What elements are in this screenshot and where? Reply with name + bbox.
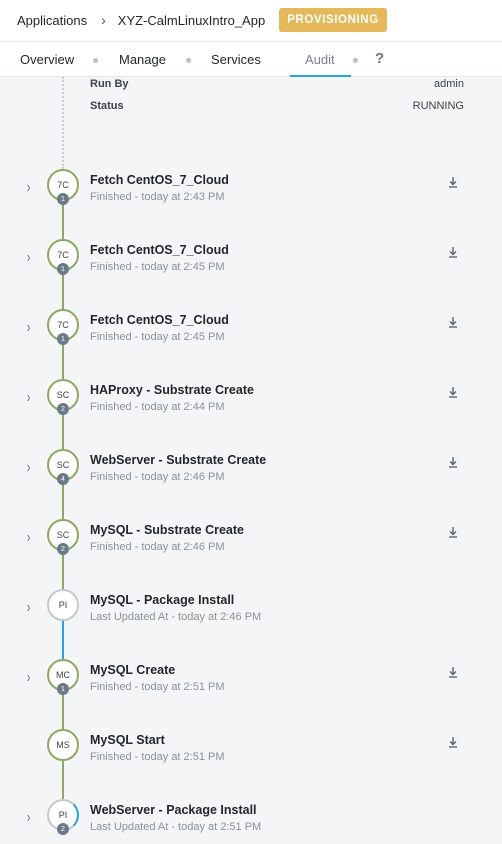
task-row[interactable]: › 7C 1 Fetch CentOS_7_Cloud Finished - today… [0, 239, 502, 313]
task-title: MySQL - Substrate Create [90, 523, 244, 537]
chevron-right-icon[interactable]: › [27, 459, 31, 477]
tab-overview[interactable]: Overview [20, 52, 74, 67]
task-title: HAProxy - Substrate Create [90, 383, 254, 397]
task-abbr: SC [56, 530, 70, 540]
task-row[interactable]: › PI 2 WebServer - Package Install Last Upda… [0, 799, 502, 844]
task-abbr: MC [56, 670, 70, 680]
download-icon[interactable] [446, 665, 460, 679]
status-value: RUNNING [412, 100, 464, 112]
task-abbr: 7C [57, 320, 69, 330]
task-subtitle: Finished - today at 2:43 PM [90, 191, 225, 203]
chevron-right-icon: › [101, 12, 106, 28]
audit-panel: Run By admin Status RUNNING › 7C 1 Fetch Ce… [0, 77, 502, 844]
task-count-badge: 2 [57, 823, 69, 835]
task-node: MS [47, 729, 79, 761]
status-badge: PROVISIONING [279, 8, 387, 32]
run-by-value: admin [434, 78, 464, 90]
task-count-badge: 1 [57, 193, 69, 205]
chevron-right-icon[interactable]: › [27, 179, 31, 197]
task-abbr: 7C [57, 180, 69, 190]
tab-separator-dot [93, 58, 98, 63]
task-row[interactable]: › MC 1 MySQL Create Finished - today at 2:51… [0, 659, 502, 733]
task-row[interactable]: MS MySQL Start Finished - today at 2:51 PM [0, 729, 502, 803]
breadcrumb-applications-link[interactable]: Applications [17, 13, 87, 28]
run-by-label: Run By [90, 78, 129, 90]
timeline-dotted-connector [62, 77, 64, 169]
status-label: Status [90, 100, 124, 112]
tab-manage[interactable]: Manage [119, 52, 166, 67]
task-title: MySQL Create [90, 663, 176, 677]
task-subtitle: Finished - today at 2:51 PM [90, 751, 225, 763]
task-row[interactable]: › 7C 1 Fetch CentOS_7_Cloud Finished - today… [0, 309, 502, 383]
download-icon[interactable] [446, 735, 460, 749]
task-title: MySQL Start [90, 733, 165, 747]
download-icon[interactable] [446, 175, 460, 189]
task-row[interactable]: › SC 4 WebServer - Substrate Create Finished… [0, 449, 502, 523]
task-row[interactable]: › 7C 1 Fetch CentOS_7_Cloud Finished - today… [0, 169, 502, 243]
task-title: Fetch CentOS_7_Cloud [90, 173, 229, 187]
task-title: WebServer - Substrate Create [90, 453, 267, 467]
tab-separator-dot [353, 58, 358, 63]
task-abbr: PI [58, 810, 68, 820]
task-abbr: SC [56, 390, 70, 400]
download-icon[interactable] [446, 315, 460, 329]
task-row[interactable]: › SC 2 MySQL - Substrate Create Finished - t… [0, 519, 502, 593]
tab-bar: Overview Manage Services Audit ? [0, 41, 502, 77]
chevron-right-icon[interactable]: › [27, 389, 31, 407]
task-subtitle: Finished - today at 2:45 PM [90, 261, 225, 273]
chevron-right-icon[interactable]: › [27, 599, 31, 617]
download-icon[interactable] [446, 525, 460, 539]
chevron-right-icon[interactable]: › [27, 809, 31, 827]
tab-audit[interactable]: Audit [305, 52, 335, 67]
task-abbr: MS [56, 740, 70, 750]
task-title: Fetch CentOS_7_Cloud [90, 313, 229, 327]
task-count-badge: 1 [57, 333, 69, 345]
task-subtitle: Last Updated At - today at 2:46 PM [90, 611, 262, 623]
task-count-badge: 1 [57, 683, 69, 695]
task-node: PI [47, 589, 79, 621]
tab-separator-dot [186, 58, 191, 63]
task-count-badge: 2 [57, 543, 69, 555]
download-icon[interactable] [446, 245, 460, 259]
task-subtitle: Finished - today at 2:46 PM [90, 471, 225, 483]
task-subtitle: Last Updated At - today at 2:51 PM [90, 821, 262, 833]
task-row[interactable]: › SC 2 HAProxy - Substrate Create Finished -… [0, 379, 502, 453]
chevron-right-icon[interactable]: › [27, 669, 31, 687]
task-subtitle: Finished - today at 2:44 PM [90, 401, 225, 413]
chevron-right-icon[interactable]: › [27, 529, 31, 547]
task-title: WebServer - Package Install [90, 803, 257, 817]
task-abbr: 7C [57, 250, 69, 260]
task-count-badge: 4 [57, 473, 69, 485]
task-title: MySQL - Package Install [90, 593, 235, 607]
task-row[interactable]: › PI MySQL - Package Install Last Updated A… [0, 589, 502, 663]
chevron-right-icon[interactable]: › [27, 249, 31, 267]
download-icon[interactable] [446, 455, 460, 469]
task-title: Fetch CentOS_7_Cloud [90, 243, 229, 257]
task-subtitle: Finished - today at 2:46 PM [90, 541, 225, 553]
help-icon[interactable]: ? [375, 50, 384, 67]
task-abbr: PI [58, 600, 68, 610]
task-count-badge: 1 [57, 263, 69, 275]
task-subtitle: Finished - today at 2:45 PM [90, 331, 225, 343]
breadcrumb: Applications › XYZ-CalmLinuxIntro_App PR… [0, 0, 502, 40]
task-count-badge: 2 [57, 403, 69, 415]
chevron-right-icon[interactable]: › [27, 319, 31, 337]
download-icon[interactable] [446, 385, 460, 399]
breadcrumb-app-name: XYZ-CalmLinuxIntro_App [117, 12, 266, 28]
task-abbr: SC [56, 460, 70, 470]
tab-services[interactable]: Services [211, 52, 261, 67]
task-subtitle: Finished - today at 2:51 PM [90, 681, 225, 693]
